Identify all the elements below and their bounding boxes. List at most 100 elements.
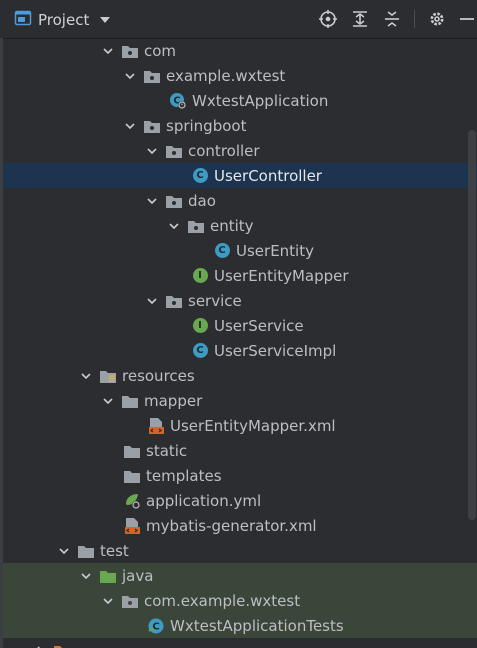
- tree-item-controller[interactable]: controller: [3, 138, 477, 163]
- tree-item-example-wxtest[interactable]: example.wxtest: [3, 63, 477, 88]
- package-folder-icon: [165, 142, 183, 160]
- tree-item-mapper[interactable]: mapper: [3, 388, 477, 413]
- tree-item-templates[interactable]: templates: [3, 463, 477, 488]
- minimize-icon[interactable]: [457, 7, 477, 31]
- package-folder-icon: [121, 42, 139, 60]
- tree-item-dao[interactable]: dao: [3, 188, 477, 213]
- toolbar-actions: [308, 7, 477, 31]
- chevron-down-icon[interactable]: [123, 69, 137, 83]
- chevron-down-icon[interactable]: [79, 569, 93, 583]
- tree-item-label: UserEntityMapper.xml: [170, 416, 336, 435]
- expand-all-icon[interactable]: [348, 7, 372, 31]
- gear-icon[interactable]: [425, 7, 449, 31]
- spring-boot-class-icon: C: [169, 92, 187, 110]
- tree-item-label: service: [188, 291, 242, 310]
- tree-item-label: example.wxtest: [166, 66, 286, 85]
- project-toolbar: Project: [0, 0, 477, 39]
- package-folder-icon: [143, 67, 161, 85]
- chevron-right-icon[interactable]: [33, 644, 47, 648]
- class-icon: C: [191, 342, 209, 360]
- tree-item-test[interactable]: test: [3, 538, 477, 563]
- package-folder-icon: [165, 292, 183, 310]
- tree-item-user-service[interactable]: I UserService: [3, 313, 477, 338]
- tree-item-label: java: [122, 566, 154, 585]
- chevron-down-icon[interactable]: [123, 119, 137, 133]
- chevron-down-icon[interactable]: [145, 144, 159, 158]
- tree-item-wxtest-application-tests[interactable]: C WxtestApplicationTests: [3, 613, 477, 638]
- locate-target-icon[interactable]: [316, 7, 340, 31]
- tree-item-label: test: [100, 541, 129, 560]
- vertical-scrollbar[interactable]: [468, 130, 476, 520]
- tree-item-label: UserServiceImpl: [214, 341, 337, 360]
- tree-item-com[interactable]: com: [3, 38, 477, 63]
- tree-item-label: mybatis-generator.xml: [146, 516, 317, 535]
- tree-item-label: WxtestApplication: [192, 91, 329, 110]
- chevron-down-icon[interactable]: [101, 44, 115, 58]
- xml-file-icon: [123, 517, 141, 535]
- tree-item-label: resources: [122, 366, 195, 385]
- tree-item-mybatis-generator-xml[interactable]: mybatis-generator.xml: [3, 513, 477, 538]
- project-title: Project: [38, 11, 90, 29]
- tree-item-label: static: [146, 441, 188, 460]
- tree-item-static[interactable]: static: [3, 438, 477, 463]
- tree-item-label: entity: [210, 216, 254, 235]
- package-folder-icon: [143, 117, 161, 135]
- test-source-folder-icon: [99, 567, 117, 585]
- tree-item-label: controller: [188, 141, 260, 160]
- package-folder-icon: [187, 217, 205, 235]
- folder-icon: [123, 467, 141, 485]
- tree-item-wxtest-application[interactable]: C WxtestApplication: [3, 88, 477, 113]
- tree-item-label: application.yml: [146, 491, 262, 510]
- package-folder-icon: [121, 592, 139, 610]
- tree-item-user-controller[interactable]: C UserController: [3, 163, 477, 188]
- tree-item-label: dao: [188, 191, 216, 210]
- collapse-all-icon[interactable]: [380, 7, 404, 31]
- tree-item-entity[interactable]: entity: [3, 213, 477, 238]
- interface-icon: I: [191, 317, 209, 335]
- folder-icon: [121, 392, 139, 410]
- chevron-down-icon[interactable]: [101, 394, 115, 408]
- chevron-down-icon[interactable]: [145, 194, 159, 208]
- tree-item-service[interactable]: service: [3, 288, 477, 313]
- svg-text:C: C: [152, 621, 159, 632]
- chevron-down-icon[interactable]: [101, 594, 115, 608]
- interface-icon: I: [191, 267, 209, 285]
- tree-item-label: UserEntity: [236, 241, 314, 260]
- tree-item-label: UserService: [214, 316, 304, 335]
- test-class-icon: C: [147, 617, 165, 635]
- folder-icon: [123, 442, 141, 460]
- toolbar-separator: [414, 10, 415, 28]
- chevron-down-icon[interactable]: [145, 294, 159, 308]
- tree-item-label: mapper: [144, 391, 203, 410]
- tree-item-resources[interactable]: resources: [3, 363, 477, 388]
- chevron-down-icon[interactable]: [167, 219, 181, 233]
- tree-item-label: com.example.wxtest: [144, 591, 301, 610]
- tree-item-application-yml[interactable]: application.yml: [3, 488, 477, 513]
- dropdown-arrow-icon[interactable]: [99, 11, 111, 30]
- tree-item-user-entity-mapper-xml[interactable]: UserEntityMapper.xml: [3, 413, 477, 438]
- folder-icon: [77, 542, 95, 560]
- tree-item-user-service-impl[interactable]: C UserServiceImpl: [3, 338, 477, 363]
- spring-config-icon: [123, 492, 141, 510]
- tree-item-user-entity-mapper[interactable]: I UserEntityMapper: [3, 263, 477, 288]
- folder-icon: [53, 642, 71, 648]
- tree-item-java[interactable]: java: [3, 563, 477, 588]
- tree-item-label: springboot: [166, 116, 247, 135]
- chevron-down-icon[interactable]: [79, 369, 93, 383]
- tree-item-springboot[interactable]: springboot: [3, 113, 477, 138]
- package-folder-icon: [165, 192, 183, 210]
- chevron-down-icon[interactable]: [57, 544, 71, 558]
- tree-item-partial[interactable]: [3, 638, 477, 648]
- project-tree: com example.wxtest C WxtestApplication s…: [0, 38, 477, 648]
- tree-item-com-example-wxtest[interactable]: com.example.wxtest: [3, 588, 477, 613]
- class-icon: C: [213, 242, 231, 260]
- project-view-selector[interactable]: Project: [14, 9, 111, 31]
- tree-item-label: WxtestApplicationTests: [170, 616, 344, 635]
- project-window-icon: [14, 9, 32, 31]
- resources-folder-icon: [99, 367, 117, 385]
- tree-item-label: UserController: [214, 166, 322, 185]
- tree-item-label: templates: [146, 466, 222, 485]
- class-icon: C: [191, 167, 209, 185]
- tree-item-label: com: [144, 41, 177, 60]
- tree-item-user-entity[interactable]: C UserEntity: [3, 238, 477, 263]
